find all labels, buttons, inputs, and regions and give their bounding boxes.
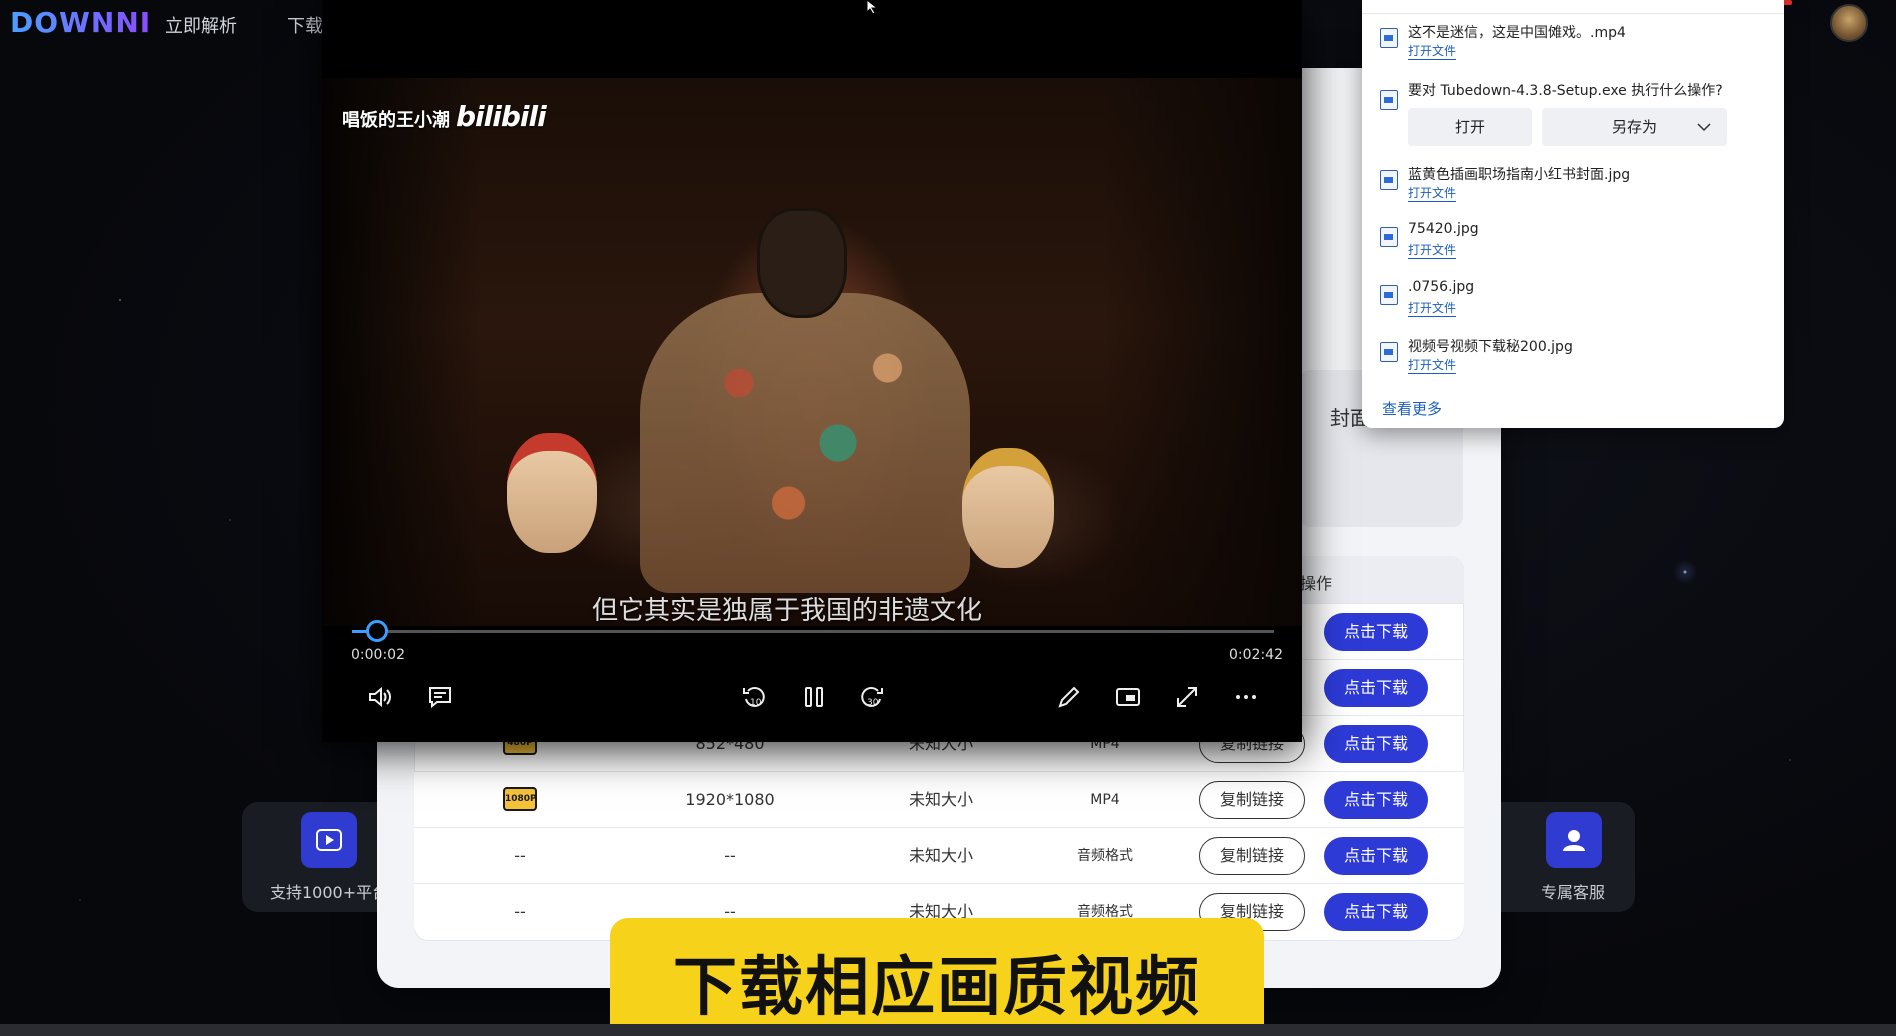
download-button[interactable]: 点击下载 — [1324, 613, 1428, 651]
video-frame[interactable] — [322, 78, 1302, 626]
video-figure-robe — [640, 293, 970, 593]
seek-bar[interactable] — [352, 630, 1274, 633]
download-file-name: .0756.jpg — [1408, 279, 1475, 295]
total-time: 0:02:42 — [1229, 647, 1283, 663]
download-item[interactable]: 75420.jpg 打开文件 — [1380, 221, 1770, 271]
avatar[interactable] — [1830, 4, 1868, 42]
mini-player-icon[interactable] — [1111, 680, 1145, 714]
download-button[interactable]: 点击下载 — [1324, 837, 1428, 875]
feature-label-platforms: 支持1000+平台 — [270, 883, 389, 902]
video-figure-mask — [757, 208, 847, 318]
svg-text:10: 10 — [750, 698, 762, 708]
video-shadow-right — [1102, 78, 1302, 626]
current-time: 0:00:02 — [351, 647, 405, 663]
download-item[interactable]: 蓝黄色插画职场指南小红书封面.jpg 打开文件 — [1380, 164, 1770, 214]
open-button[interactable]: 打开 — [1408, 108, 1532, 146]
quality-badge: 1080P — [503, 787, 537, 811]
download-file-name: 75420.jpg — [1408, 221, 1479, 237]
table-row: 1080P 1920*1080 未知大小 MP4 复制链接 点击下载 — [414, 771, 1464, 827]
download-item[interactable]: .0756.jpg 打开文件 — [1380, 279, 1770, 329]
open-file-link[interactable]: 打开文件 — [1408, 241, 1457, 259]
download-item[interactable]: 这不是迷信，这是中国傩戏。.mp4 打开文件 — [1380, 22, 1770, 72]
resolution-cell: 1920*1080 — [685, 790, 775, 809]
open-file-link[interactable]: 打开文件 — [1408, 184, 1457, 202]
subtitles-icon[interactable] — [423, 680, 457, 714]
quality-cell: -- — [514, 902, 526, 921]
seek-bar-progress — [352, 630, 366, 633]
see-more-link[interactable]: 查看更多 — [1382, 398, 1442, 419]
download-file-name: 这不是迷信，这是中国傩戏。.mp4 — [1408, 25, 1626, 41]
download-item[interactable]: 视频号视频下载秘200.jpg 打开文件 — [1380, 336, 1770, 386]
video-mask-right — [962, 448, 1054, 568]
save-as-button[interactable]: 另存为 — [1542, 108, 1727, 146]
download-file-name: 蓝黄色插画职场指南小红书封面.jpg — [1408, 167, 1631, 183]
fullscreen-icon[interactable] — [1170, 680, 1204, 714]
nav-item-download[interactable]: 下载 — [287, 12, 323, 38]
volume-icon[interactable] — [363, 680, 397, 714]
more-options-icon[interactable] — [1229, 680, 1263, 714]
format-cell: MP4 — [1090, 792, 1120, 808]
open-file-link[interactable]: 打开文件 — [1408, 299, 1457, 317]
copy-link-button[interactable]: 复制链接 — [1199, 781, 1305, 819]
bottom-bar — [0, 1024, 1896, 1036]
table-row: -- -- 未知大小 音频格式 复制链接 点击下载 — [414, 827, 1464, 883]
chevron-down-icon[interactable] — [1697, 108, 1711, 146]
forward-30-icon[interactable]: 30 — [855, 680, 889, 714]
downloads-panel-header — [1362, 0, 1784, 14]
format-cell: 音频格式 — [1077, 848, 1133, 864]
open-file-link[interactable]: 打开文件 — [1408, 356, 1457, 374]
download-prompt-text: 要对 Tubedown-4.3.8-Setup.exe 执行什么操作? — [1408, 83, 1723, 99]
feature-label-support: 专属客服 — [1541, 883, 1606, 902]
customer-service-icon — [1546, 812, 1602, 868]
edit-pen-icon[interactable] — [1052, 680, 1086, 714]
open-file-link[interactable]: 打开文件 — [1408, 42, 1457, 60]
quality-cell: -- — [514, 846, 526, 865]
column-header-operation: 操作 — [1300, 574, 1333, 593]
exe-file-icon — [1380, 90, 1398, 110]
resolution-cell: -- — [724, 846, 736, 865]
size-cell: 未知大小 — [908, 790, 974, 809]
video-watermark: 唱饭的王小潮 bilibili — [342, 100, 547, 133]
rewind-10-icon[interactable]: 10 — [737, 680, 771, 714]
bilibili-logo: bilibili — [456, 100, 547, 133]
save-as-label: 另存为 — [1611, 118, 1657, 136]
seek-handle[interactable] — [366, 620, 388, 642]
video-platform-icon — [301, 812, 357, 868]
file-icon — [1380, 285, 1398, 305]
watermark-user: 唱饭的王小潮 — [342, 110, 450, 131]
download-file-name: 视频号视频下载秘200.jpg — [1408, 339, 1573, 355]
nav-item-parse[interactable]: 立即解析 — [165, 12, 237, 38]
mouse-cursor-icon — [866, 0, 879, 14]
copy-link-button[interactable]: 复制链接 — [1199, 837, 1305, 875]
svg-text:30: 30 — [867, 698, 879, 708]
pause-icon[interactable] — [797, 680, 831, 714]
size-cell: 未知大小 — [908, 846, 974, 865]
file-icon — [1380, 227, 1398, 247]
site-logo[interactable]: DOWNNI — [10, 6, 151, 39]
download-button[interactable]: 点击下载 — [1324, 893, 1428, 931]
video-shadow-left — [322, 78, 482, 626]
video-mask-left — [507, 433, 597, 553]
caption-banner: 下载相应画质视频 — [610, 918, 1264, 1036]
download-button[interactable]: 点击下载 — [1324, 781, 1428, 819]
file-icon — [1380, 170, 1398, 190]
downloads-panel: 这不是迷信，这是中国傩戏。.mp4 打开文件 要对 Tubedown-4.3.8… — [1362, 0, 1784, 428]
file-icon — [1380, 28, 1398, 48]
video-subtitle: 但它其实是独属于我国的非遗文化 — [592, 596, 983, 626]
download-button[interactable]: 点击下载 — [1324, 669, 1428, 707]
file-icon — [1380, 342, 1398, 362]
